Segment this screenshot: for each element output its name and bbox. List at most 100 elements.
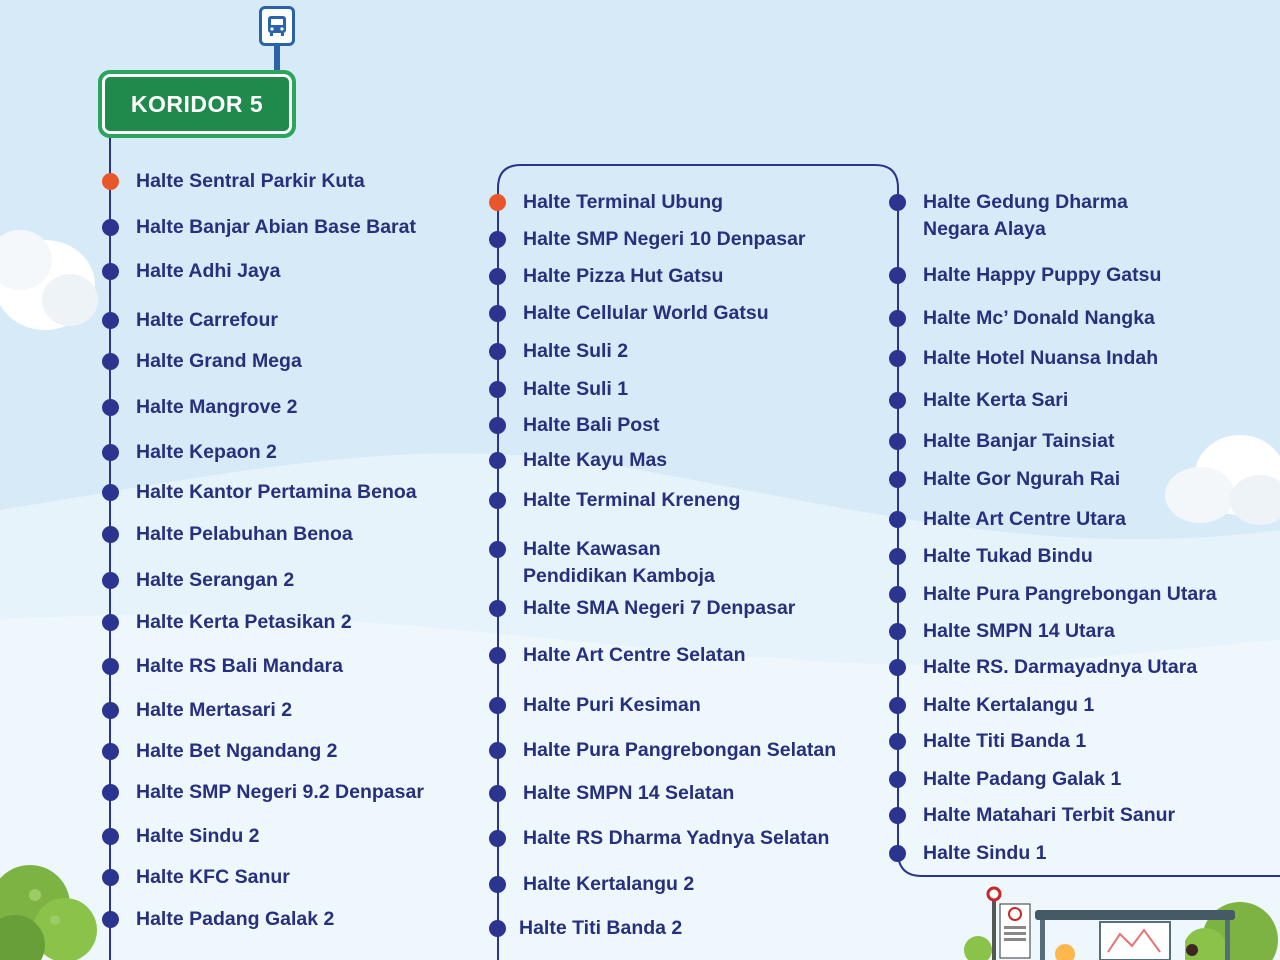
- stop-label: Halte Gedung Dharma Negara Alaya: [923, 191, 1128, 240]
- stop-label: Halte Mertasari 2: [136, 699, 293, 721]
- stop-dot: [489, 417, 506, 434]
- route-stop: Halte Hotel Nuansa Indah: [889, 345, 1158, 372]
- stop-label: Halte SMPN 14 Selatan: [523, 782, 735, 804]
- stop-label: Halte Art Centre Selatan: [523, 644, 746, 666]
- stop-label: Halte Serangan 2: [136, 569, 295, 591]
- stop-dot: [102, 743, 119, 760]
- stop-label: Halte Padang Galak 2: [136, 908, 335, 930]
- stop-dot: [489, 541, 506, 558]
- stop-dot: [489, 452, 506, 469]
- route-stop: Halte Grand Mega: [102, 348, 302, 375]
- stop-dot: [889, 267, 906, 284]
- stop-label: Halte Titi Banda 2: [519, 917, 683, 939]
- stop-label: Halte SMP Negeri 10 Denpasar: [523, 228, 806, 250]
- route-stop: Halte Titi Banda 1: [889, 728, 1086, 755]
- stop-label: Halte Kayu Mas: [523, 449, 668, 471]
- stop-dot: [889, 392, 906, 409]
- stop-dot: [489, 305, 506, 322]
- stop-label: Halte RS Bali Mandara: [136, 655, 343, 677]
- stop-dot: [102, 526, 119, 543]
- stop-label: Halte Suli 1: [523, 378, 629, 400]
- route-stop: Halte Kayu Mas: [489, 447, 667, 474]
- route-stop: Halte Happy Puppy Gatsu: [889, 262, 1161, 289]
- stop-label: Halte Pelabuhan Benoa: [136, 523, 353, 545]
- stop-label: Halte RS Dharma Yadnya Selatan: [523, 827, 830, 849]
- route-stop: Halte Gedung Dharma Negara Alaya: [889, 189, 1128, 243]
- stop-label: Halte Mc’ Donald Nangka: [923, 307, 1155, 329]
- stop-label: Halte Tukad Bindu: [923, 545, 1093, 567]
- stop-label: Halte Gor Ngurah Rai: [923, 468, 1121, 490]
- route-stop: Halte Serangan 2: [102, 567, 294, 594]
- sign-pole: [274, 46, 280, 72]
- route-stop: Halte Banjar Tainsiat: [889, 428, 1114, 455]
- stop-dot: [489, 830, 506, 847]
- stop-label: Halte RS. Darmayadnya Utara: [923, 656, 1198, 678]
- route-stop: Halte Cellular World Gatsu: [489, 300, 769, 327]
- route-stop: Halte Kawasan Pendidikan Kamboja: [489, 536, 715, 590]
- route-stop: Halte Kertalangu 1: [889, 692, 1094, 719]
- stop-dot: [489, 920, 506, 937]
- stop-label: Halte KFC Sanur: [136, 866, 290, 888]
- stop-dot: [102, 399, 119, 416]
- stop-dot: [102, 911, 119, 928]
- stop-dot: [102, 784, 119, 801]
- stop-dot: [102, 658, 119, 675]
- route-stop: Halte Titi Banda 2: [489, 915, 682, 942]
- stop-label: Halte SMA Negeri 7 Denpasar: [523, 597, 796, 619]
- corridor-badge: KORIDOR 5: [98, 70, 296, 138]
- stop-label: Halte Grand Mega: [136, 350, 302, 372]
- route-stop: Halte Adhi Jaya: [102, 258, 281, 285]
- route-stop: Halte Mangrove 2: [102, 394, 297, 421]
- stop-dot: [889, 350, 906, 367]
- stop-dot: [489, 697, 506, 714]
- route-stop: Halte Pura Pangrebongan Utara: [889, 581, 1217, 608]
- stop-label: Halte Bali Post: [523, 414, 660, 436]
- stop-label: Halte Kertalangu 1: [923, 694, 1095, 716]
- terminal-stop-dot: [489, 194, 506, 211]
- stop-dot: [889, 845, 906, 862]
- route-stop: Halte SMP Negeri 10 Denpasar: [489, 226, 806, 253]
- stop-dot: [889, 771, 906, 788]
- stop-dot: [489, 381, 506, 398]
- stop-label: Halte SMP Negeri 9.2 Denpasar: [136, 781, 424, 803]
- stop-dot: [889, 623, 906, 640]
- stop-dot: [489, 600, 506, 617]
- stop-dot: [489, 268, 506, 285]
- route-stop: Halte Kerta Petasikan 2: [102, 609, 352, 636]
- stop-dot: [102, 312, 119, 329]
- stop-dot: [102, 444, 119, 461]
- route-stop: Halte Kerta Sari: [889, 387, 1068, 414]
- stop-label: Halte Matahari Terbit Sanur: [923, 804, 1176, 826]
- route-stop: Halte Puri Kesiman: [489, 692, 701, 719]
- stop-label: Halte Suli 2: [523, 340, 629, 362]
- stop-label: Halte Titi Banda 1: [923, 730, 1087, 752]
- stop-dot: [889, 807, 906, 824]
- route-stop: Halte Pizza Hut Gatsu: [489, 263, 723, 290]
- route-stop: Halte Sentral Parkir Kuta: [102, 168, 365, 195]
- route-stop: Halte SMPN 14 Utara: [889, 618, 1115, 645]
- stop-label: Halte Hotel Nuansa Indah: [923, 347, 1159, 369]
- stop-label: Halte SMPN 14 Utara: [923, 620, 1115, 642]
- stop-dot: [102, 263, 119, 280]
- stop-label: Halte Banjar Abian Base Barat: [136, 216, 416, 238]
- stop-label: Halte Pura Pangrebongan Utara: [923, 583, 1217, 605]
- route-stop: Halte Mertasari 2: [102, 697, 292, 724]
- stop-label: Halte Banjar Tainsiat: [923, 430, 1115, 452]
- stop-dot: [102, 614, 119, 631]
- stop-label: Halte Kepaon 2: [136, 441, 277, 463]
- stop-dot: [489, 785, 506, 802]
- stop-dot: [489, 343, 506, 360]
- stop-label: Halte Kerta Sari: [923, 389, 1069, 411]
- route-stop: Halte Carrefour: [102, 307, 278, 334]
- corridor-sign: KORIDOR 5: [98, 6, 296, 138]
- stop-dot: [489, 231, 506, 248]
- route-stop: Halte SMP Negeri 9.2 Denpasar: [102, 779, 424, 806]
- stop-dot: [889, 471, 906, 488]
- stop-label: Halte Padang Galak 1: [923, 768, 1122, 790]
- route-stop: Halte Kantor Pertamina Benoa: [102, 479, 417, 506]
- route-stop: Halte Kepaon 2: [102, 439, 277, 466]
- stop-label: Halte Sentral Parkir Kuta: [136, 170, 365, 192]
- route-stop: Halte Sindu 1: [889, 840, 1047, 867]
- route-stop: Halte Padang Galak 1: [889, 766, 1121, 793]
- corridor-title: KORIDOR 5: [130, 90, 264, 117]
